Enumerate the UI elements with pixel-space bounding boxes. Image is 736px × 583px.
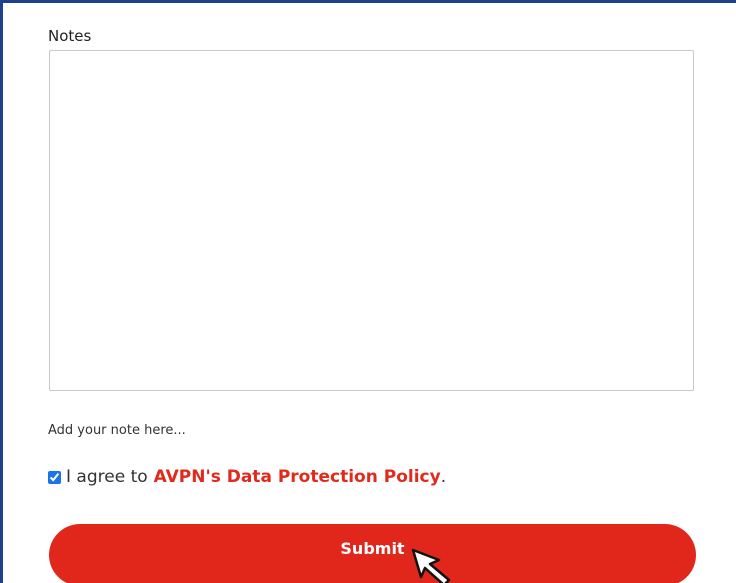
window-frame: Notes Add your note here... I agree to A… bbox=[0, 0, 736, 583]
submit-button[interactable]: Submit bbox=[49, 524, 696, 583]
notes-form: Notes Add your note here... I agree to A… bbox=[3, 3, 736, 583]
notes-helper-text: Add your note here... bbox=[48, 423, 186, 438]
consent-suffix: . bbox=[440, 467, 447, 487]
data-protection-policy-link[interactable]: AVPN's Data Protection Policy bbox=[154, 467, 441, 487]
notes-label: Notes bbox=[48, 27, 92, 45]
consent-checkbox[interactable] bbox=[48, 470, 61, 484]
notes-textarea[interactable] bbox=[49, 50, 694, 391]
consent-prefix: I agree to bbox=[66, 467, 148, 487]
mouse-pointer-icon bbox=[411, 548, 451, 583]
consent-row: I agree to AVPN's Data Protection Policy… bbox=[48, 467, 446, 487]
